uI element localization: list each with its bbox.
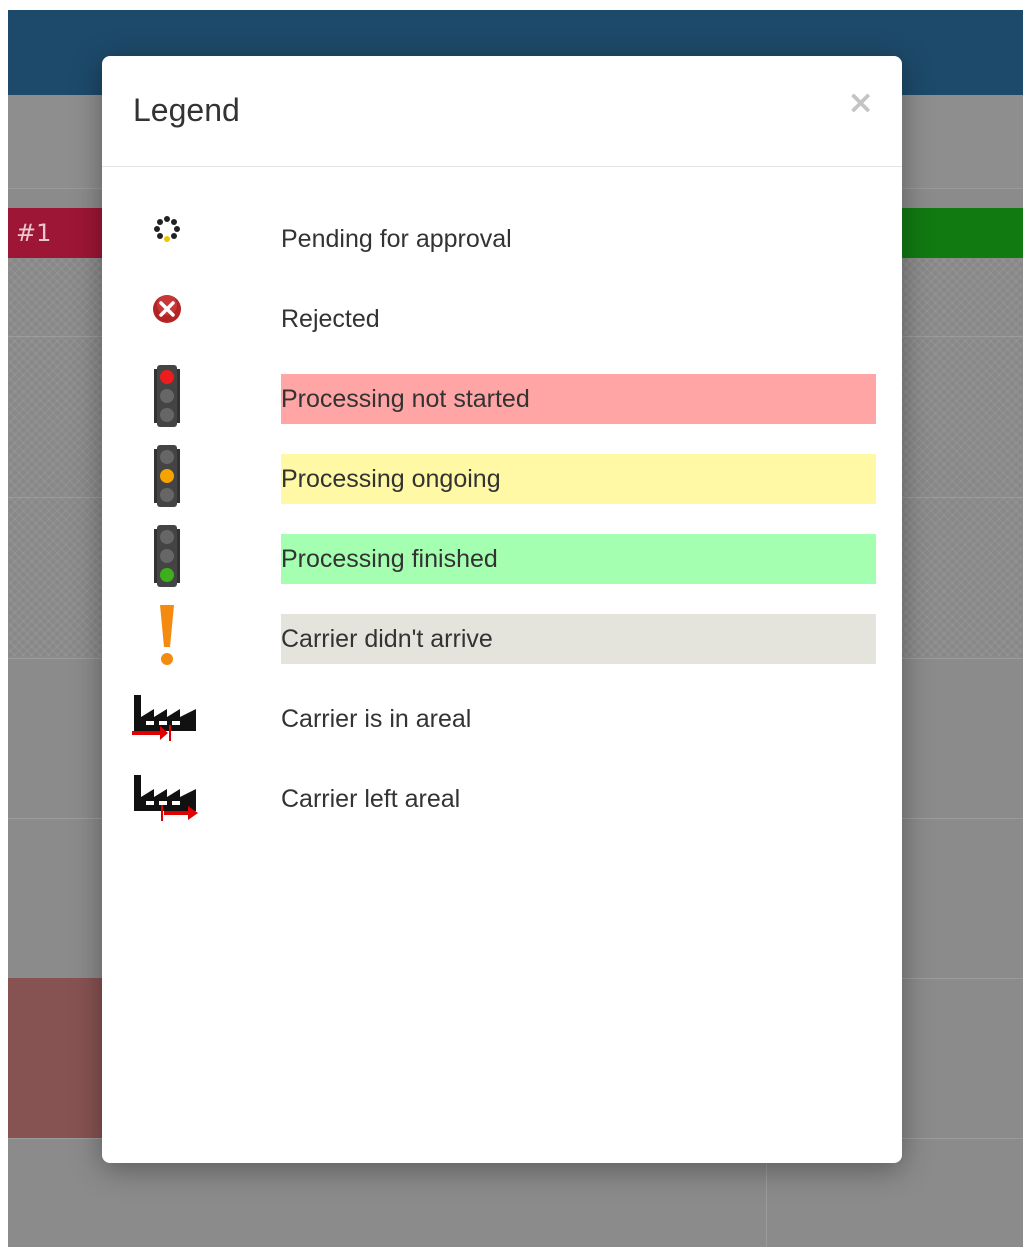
legend-item: Rejected [102,281,902,361]
rejected-icon [132,281,202,351]
legend-label: Processing finished [281,534,876,584]
legend-modal: Legend × Pending for approval Rejected P… [102,56,902,1163]
legend-item: Carrier is in areal [102,681,902,761]
close-button[interactable]: × [847,86,874,118]
legend-item: Pending for approval [102,201,902,281]
traffic-light-green-icon [132,521,202,591]
legend-label: Carrier didn't arrive [281,614,876,664]
spinner-icon [132,201,202,271]
background-status-bar [898,208,1023,258]
traffic-light-yellow-icon [132,441,202,511]
legend-label: Processing ongoing [281,454,876,504]
legend-label: Rejected [281,305,380,333]
legend-item: Processing finished [102,521,902,601]
modal-title: Legend [133,92,240,128]
legend-label: Carrier left areal [281,785,461,813]
factory-departure-icon [132,761,202,831]
factory-arrival-icon [132,681,202,751]
legend-item: Carrier didn't arrive [102,601,902,681]
legend-list: Pending for approval Rejected Processing… [102,201,902,841]
legend-item: Carrier left areal [102,761,902,841]
traffic-light-red-icon [132,361,202,431]
legend-label: Carrier is in areal [281,705,472,733]
legend-label: Pending for approval [281,225,512,253]
modal-header: Legend × [102,56,902,167]
legend-label: Processing not started [281,374,876,424]
legend-item: Processing not started [102,361,902,441]
exclamation-icon [132,601,202,671]
legend-item: Processing ongoing [102,441,902,521]
